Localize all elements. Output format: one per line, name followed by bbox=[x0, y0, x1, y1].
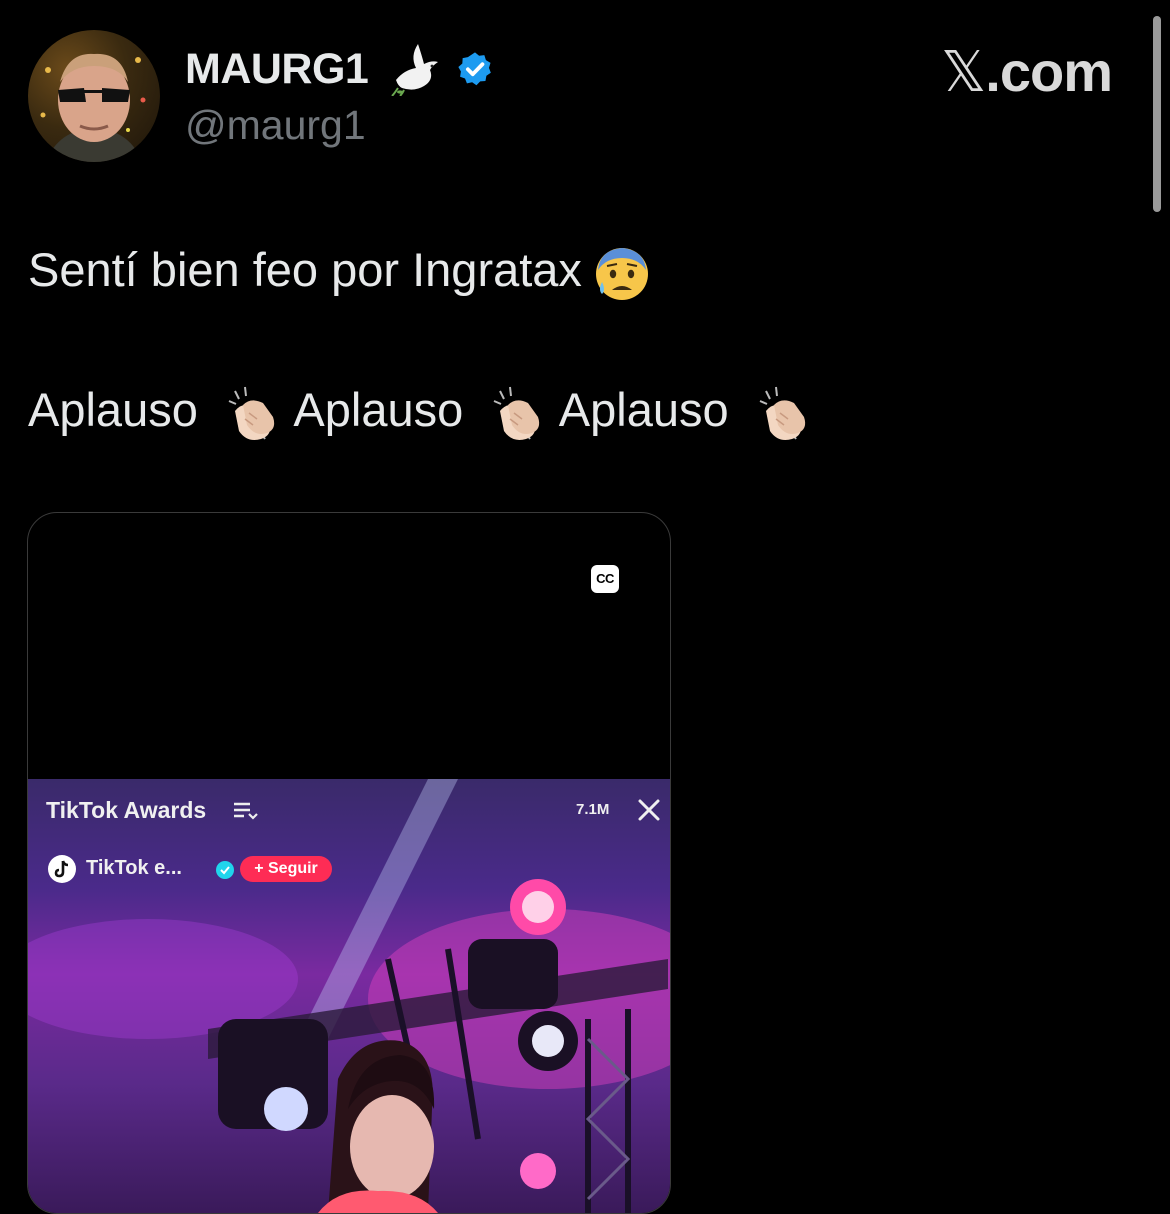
tweet-word-1: Aplauso bbox=[28, 383, 198, 436]
author-handle[interactable]: @maurg1 bbox=[185, 101, 366, 149]
tiktok-live-title: TikTok Awards bbox=[46, 797, 207, 823]
avatar-image bbox=[40, 53, 146, 162]
video-scene bbox=[28, 779, 670, 1213]
tweet-word-3: Aplauso bbox=[558, 383, 729, 436]
tweet-text: Sentí bien feo por Ingratax bbox=[28, 243, 582, 296]
tiktok-verified-icon bbox=[216, 861, 234, 879]
avatar[interactable] bbox=[28, 30, 160, 162]
dove-icon bbox=[391, 44, 438, 96]
tweet-text-line-1: Sentí bien feo por Ingratax bbox=[28, 242, 652, 304]
x-logo-icon: 𝕏 bbox=[941, 40, 986, 105]
playlist-icon bbox=[234, 802, 258, 820]
clapping-hands-icon bbox=[759, 386, 805, 440]
closed-captions-icon[interactable]: CC bbox=[591, 565, 619, 593]
clapping-hands-icon bbox=[493, 386, 540, 440]
tweet-word-2: Aplauso bbox=[293, 383, 464, 436]
viewer-count: 7.1M bbox=[576, 801, 610, 818]
author-display-name[interactable]: MAURG1 bbox=[185, 44, 369, 94]
video-frame[interactable]: TikTok Awards 7.1M TikTok e... + Seguir bbox=[28, 779, 670, 1213]
tiktok-account-name: TikTok e... bbox=[86, 857, 182, 879]
close-icon bbox=[638, 799, 660, 821]
brand-suffix: .com bbox=[985, 40, 1113, 103]
anxious-sweat-face-icon bbox=[595, 247, 648, 300]
tiktok-follow-button: + Seguir bbox=[240, 856, 332, 882]
clapping-hands-icon bbox=[228, 386, 275, 440]
media-video-card[interactable]: CC TikTok Awards 7.1M TikTok e... + Segu… bbox=[27, 512, 671, 1214]
scrollbar[interactable] bbox=[1153, 16, 1161, 212]
tweet-text-line-2: Aplauso Aplauso Aplauso bbox=[28, 382, 814, 445]
verified-icon bbox=[458, 52, 491, 86]
brand-watermark: 𝕏.com bbox=[941, 40, 1113, 105]
tiktok-logo-icon bbox=[48, 855, 76, 883]
